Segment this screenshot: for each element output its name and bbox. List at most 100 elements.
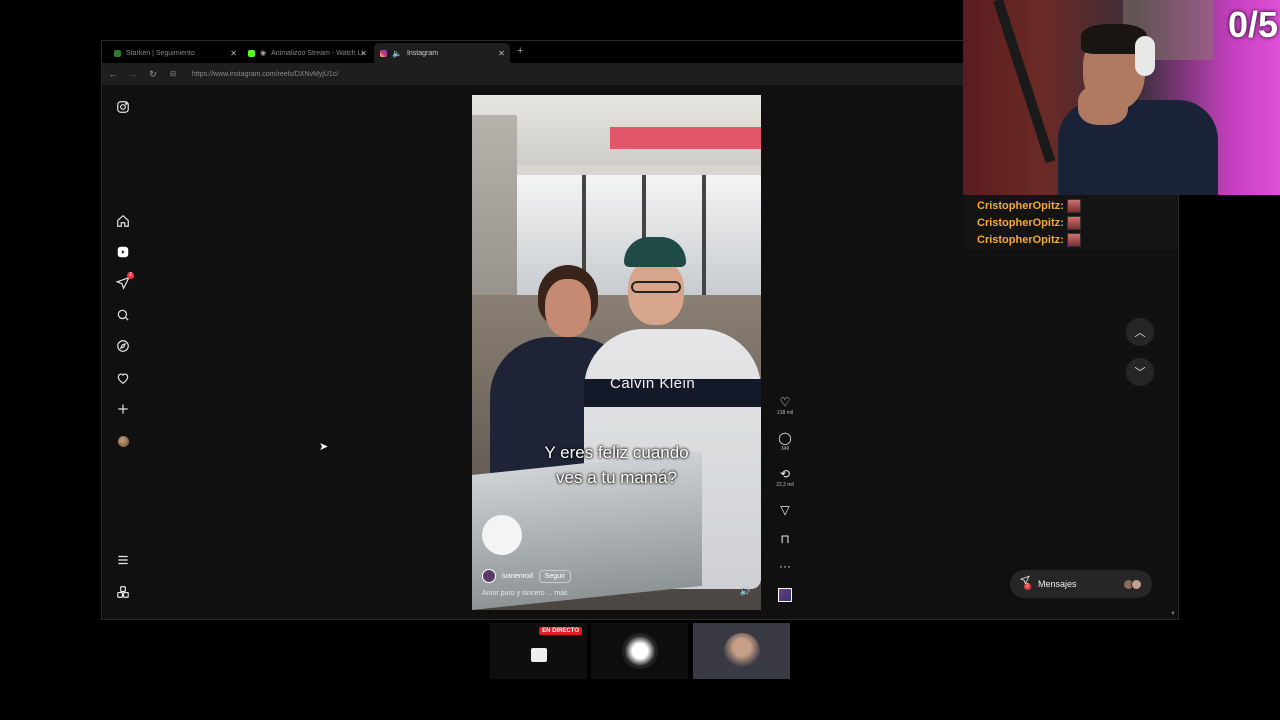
tab-starken[interactable]: Starken | Seguimiento ✕ <box>108 43 242 63</box>
bookmark-icon: ⊓ <box>780 532 790 546</box>
emote-icon <box>1066 215 1081 230</box>
message-avatars <box>1123 578 1142 590</box>
chat-bubble-icon <box>530 648 547 662</box>
tab-label: Animalizoo Stream - Watch Li <box>271 49 364 57</box>
share-action[interactable]: ▽ <box>770 503 800 517</box>
shirt-brand-text: Calvin Klein <box>610 375 696 392</box>
author-avatar[interactable] <box>482 569 496 583</box>
cam-headset <box>1135 36 1155 76</box>
messages-label: Mensajes <box>1038 579 1077 589</box>
tab-label: Starken | Seguimiento <box>126 49 195 57</box>
webcam-overlay: 0/5 <box>963 0 1280 195</box>
chevron-up-icon: ︿ <box>1134 327 1146 339</box>
tab-label: Instagram <box>406 49 439 57</box>
comment-icon: ◯ <box>778 431 792 445</box>
starken-favicon-icon <box>114 49 121 57</box>
emote-icon <box>1066 232 1081 247</box>
create-plus-icon[interactable] <box>115 401 131 417</box>
previous-reel-button[interactable]: ︿ <box>1126 318 1154 346</box>
like-count: 218 mil <box>776 410 794 416</box>
cam-microphone-arm <box>993 0 1056 164</box>
forward-arrow-icon[interactable]: → <box>128 69 138 79</box>
reel-video[interactable]: Calvin Klein Y eres feliz cuando ves a t… <box>472 95 761 610</box>
author-username[interactable]: ivanenrod <box>502 573 533 580</box>
messages-badge: 2 <box>1024 582 1031 590</box>
search-icon[interactable] <box>115 307 131 323</box>
new-tab-button[interactable]: + <box>517 45 523 57</box>
reel-description: Amor puro y sincero ... más <box>482 590 568 597</box>
scroll-down-arrow-icon[interactable]: ▼ <box>1170 611 1176 617</box>
cam-person-hand <box>1078 85 1128 125</box>
mouse-cursor-icon: ➤ <box>319 441 329 453</box>
repost-count: 22,2 mil <box>776 482 794 488</box>
tab-animalizoo[interactable]: ◉ Animalizoo Stream - Watch Li ✕ <box>242 43 372 63</box>
stream-thumbnails: EN DIRECTO <box>490 623 790 679</box>
direct-icon: 2 <box>1019 575 1031 594</box>
reels-icon[interactable] <box>115 244 131 260</box>
explore-icon[interactable] <box>115 338 131 354</box>
reel-caption: Y eres feliz cuando ves a tu mamá? <box>472 440 761 490</box>
more-options-action[interactable]: ··· <box>770 559 800 573</box>
close-tab-icon[interactable]: ✕ <box>360 49 367 58</box>
url-field[interactable]: https://www.instagram.com/reels/DXNvMyjU… <box>192 71 338 78</box>
instagram-logo-icon[interactable] <box>115 99 131 115</box>
more-link[interactable]: ... más <box>547 590 568 597</box>
repost-icon: ⟲ <box>779 467 791 481</box>
chat-username: CristopherOpitz: <box>977 216 1064 229</box>
chevron-down-icon: ﹀ <box>1134 367 1146 379</box>
close-tab-icon[interactable]: ✕ <box>498 49 505 58</box>
live-badge: EN DIRECTO <box>539 627 582 635</box>
profile-avatar[interactable] <box>115 433 131 449</box>
share-icon: ▽ <box>780 503 790 517</box>
instagram-favicon-icon <box>380 49 387 57</box>
repost-action[interactable]: ⟲ 22,2 mil <box>770 467 800 488</box>
direct-badge: 2 <box>127 272 134 279</box>
caption-line: ves a tu mamá? <box>556 468 677 487</box>
recording-icon: ◉ <box>260 50 267 57</box>
heart-icon: ♡ <box>779 395 791 409</box>
reel-author: ivanenrod Seguir <box>482 569 571 583</box>
next-reel-button[interactable]: ﹀ <box>1126 358 1154 386</box>
caption-line: Y eres feliz cuando <box>544 443 689 462</box>
description-text: Amor puro y sincero <box>482 590 545 597</box>
close-tab-icon[interactable]: ✕ <box>230 49 237 58</box>
ig-sidebar: 2 <box>102 85 146 619</box>
tab-instagram[interactable]: 🔈 Instagram ✕ <box>374 43 510 63</box>
comment-action[interactable]: ◯ 349 <box>770 431 800 452</box>
thumbnail-live[interactable]: EN DIRECTO <box>490 623 587 679</box>
chat-message: CristopherOpitz: <box>977 214 1178 231</box>
messages-button[interactable]: 2 Mensajes <box>1010 570 1152 598</box>
direct-icon[interactable]: 2 <box>115 272 134 291</box>
screen: Starken | Seguimiento ✕ ◉ Animalizoo Str… <box>0 0 1280 720</box>
site-info-icon[interactable]: ⊟ <box>168 70 178 78</box>
comment-count: 349 <box>780 446 790 452</box>
kick-favicon-icon <box>248 49 255 57</box>
speaker-icon: 🔈 <box>392 48 402 58</box>
save-action[interactable]: ⊓ <box>770 532 800 546</box>
avatar <box>117 435 129 447</box>
chat-username: CristopherOpitz: <box>977 199 1064 212</box>
back-arrow-icon[interactable]: ← <box>108 69 118 79</box>
audio-thumbnail[interactable] <box>778 588 792 602</box>
chat-message: CristopherOpitz: <box>977 231 1178 248</box>
sound-icon[interactable]: 🔊 <box>740 586 751 597</box>
video-red-sign <box>610 127 761 149</box>
menu-icon[interactable] <box>115 552 131 568</box>
thumbnail-streamer[interactable] <box>693 623 790 679</box>
chat-username: CristopherOpitz: <box>977 233 1064 246</box>
anime-character-icon <box>621 633 658 669</box>
streamer-avatar <box>723 633 760 669</box>
meta-apps-icon[interactable] <box>115 584 131 600</box>
chat-message: CristopherOpitz: <box>977 197 1178 214</box>
reload-icon[interactable]: ↻ <box>148 69 158 80</box>
emote-icon <box>1066 198 1081 213</box>
thumbnail-anime[interactable] <box>591 623 688 679</box>
home-icon[interactable] <box>115 213 131 229</box>
video-cup <box>482 515 522 555</box>
stream-chat: CristopherOpitz: CristopherOpitz: Cristo… <box>963 195 1178 249</box>
like-action[interactable]: ♡ 218 mil <box>770 395 800 416</box>
more-dots-icon: ··· <box>779 559 791 573</box>
stream-counter: 0/5 <box>1227 4 1278 45</box>
heart-icon[interactable] <box>115 370 131 386</box>
follow-button[interactable]: Seguir <box>538 569 571 583</box>
